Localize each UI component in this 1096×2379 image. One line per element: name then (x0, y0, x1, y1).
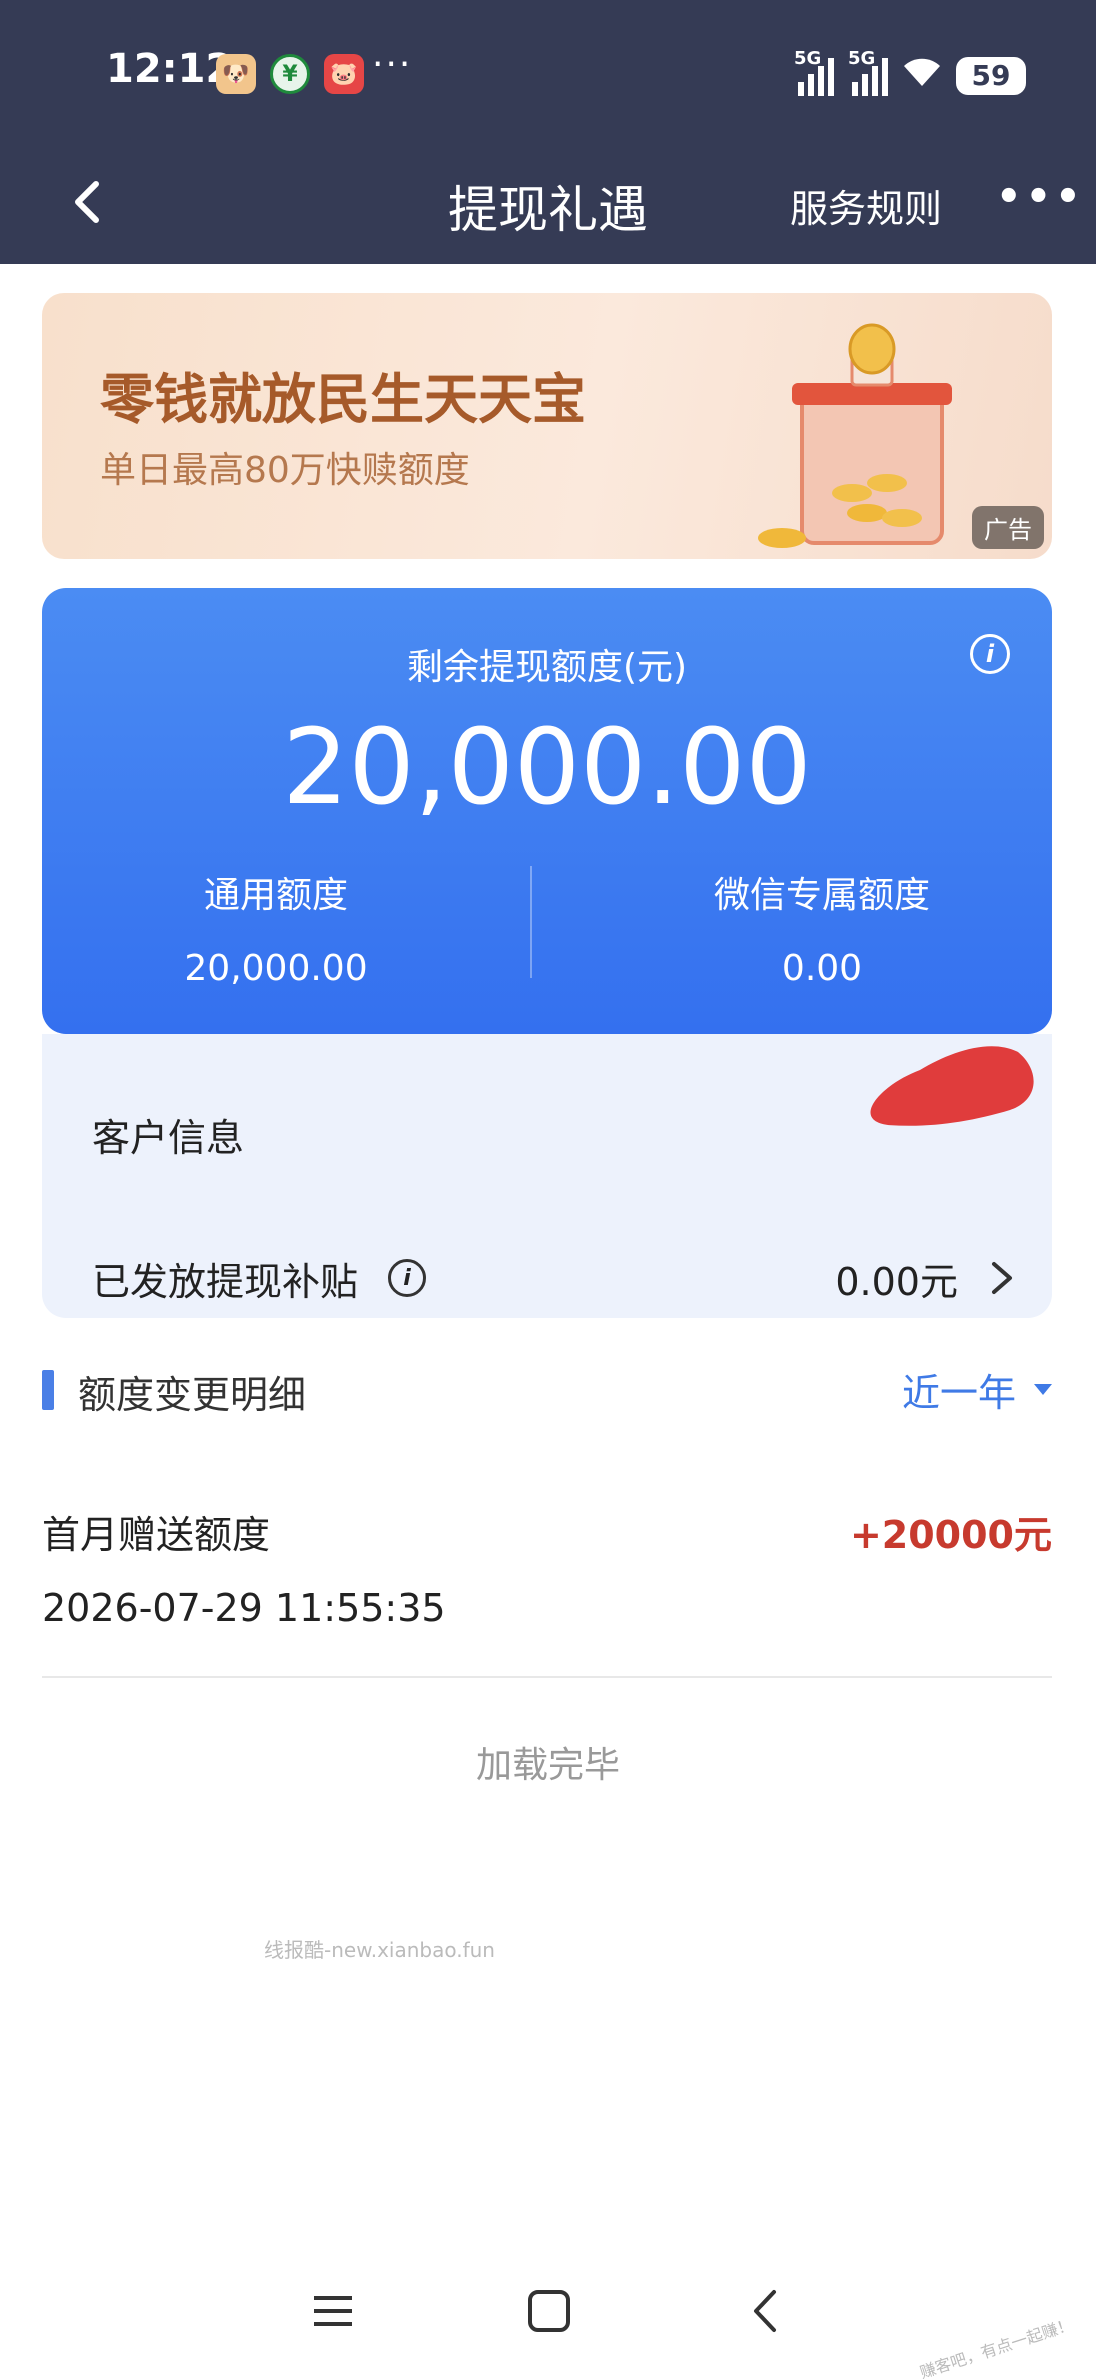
redaction-mark (870, 1046, 1034, 1126)
top-bar: 12:12 🐶 ¥ 🐷 ··· 5G 5G 59 提现礼遇 服务规则 ••• (0, 0, 1096, 264)
general-quota: 通用额度 20,000.00 (76, 866, 476, 989)
nav-bar: 提现礼遇 服务规则 ••• (0, 150, 1096, 264)
general-quota-label: 通用额度 (203, 875, 348, 916)
ad-subtitle: 单日最高80万快赎额度 (100, 450, 470, 491)
chevron-right-icon (992, 1262, 1012, 1294)
back-icon[interactable] (740, 2286, 790, 2336)
home-icon[interactable] (524, 2286, 574, 2336)
status-time: 12:12 (106, 46, 234, 92)
record-name: 首月赠送额度 (42, 1513, 271, 1557)
status-bar: 12:12 🐶 ¥ 🐷 ··· 5G 5G 59 (0, 0, 1096, 150)
subsidy-value: 0.00元 (835, 1259, 958, 1304)
notification-app-icon: 🐶 (216, 54, 256, 94)
wifi-icon (902, 54, 942, 97)
quota-card: 剩余提现额度(元) i 20,000.00 通用额度 20,000.00 微信专… (42, 588, 1052, 1034)
ad-badge: 广告 (972, 506, 1044, 549)
watermark: 线报酷-new.xianbao.fun (264, 1938, 495, 1962)
quota-change-header: 额度变更明细 近一年 (42, 1362, 1052, 1418)
load-complete-text: 加载完毕 (475, 1745, 620, 1786)
subsidy-row[interactable]: 已发放提现补贴 i 0.00元 (92, 1248, 1016, 1308)
dropdown-arrow-icon (1034, 1384, 1052, 1395)
wechat-quota: 微信专属额度 0.00 (622, 866, 1022, 989)
record-amount: +20000元 (849, 1513, 1052, 1557)
ad-title: 零钱就放民生天天宝 (100, 368, 586, 431)
notification-app-icon: 🐷 (324, 54, 364, 94)
record-time: 2026-07-29 11:55:35 (42, 1586, 446, 1630)
menu-icon[interactable] (308, 2286, 358, 2336)
status-right: 5G 5G 59 (794, 48, 1026, 97)
signal-icon: 5G (794, 48, 834, 96)
period-filter-dropdown[interactable]: 近一年 (902, 1362, 1052, 1417)
remaining-quota-amount: 20,000.00 (282, 706, 812, 828)
more-notifications-icon: ··· (372, 44, 413, 85)
section-title: 额度变更明细 (78, 1373, 307, 1417)
bank-app-icon: ¥ (270, 54, 310, 94)
system-nav-bar (0, 2260, 1096, 2360)
service-rules-link[interactable]: 服务规则 (790, 178, 942, 233)
coin-jar-icon (758, 323, 952, 548)
wechat-quota-label: 微信专属额度 (713, 875, 930, 916)
notification-icons: 🐶 ¥ 🐷 (216, 54, 364, 94)
info-icon[interactable]: i (970, 634, 1010, 674)
remaining-quota-label: 剩余提现额度(元) (406, 647, 688, 688)
ad-banner[interactable]: 零钱就放民生天天宝 单日最高80万快赎额度 广告 (42, 293, 1052, 559)
wechat-quota-value: 0.00 (781, 948, 863, 989)
general-quota-value: 20,000.00 (184, 948, 368, 989)
list-item: 首月赠送额度 +20000元 2026-07-29 11:55:35 (42, 1500, 1052, 1678)
customer-info-label: 客户信息 (92, 1115, 245, 1160)
info-icon[interactable]: i (388, 1259, 427, 1297)
subsidy-label: 已发放提现补贴 (92, 1259, 359, 1304)
signal-icon: 5G (848, 48, 888, 96)
divider (530, 866, 532, 978)
period-filter-label: 近一年 (901, 1371, 1016, 1415)
battery-icon: 59 (956, 56, 1026, 95)
more-options-button[interactable]: ••• (996, 174, 1085, 220)
section-marker (42, 1370, 54, 1410)
